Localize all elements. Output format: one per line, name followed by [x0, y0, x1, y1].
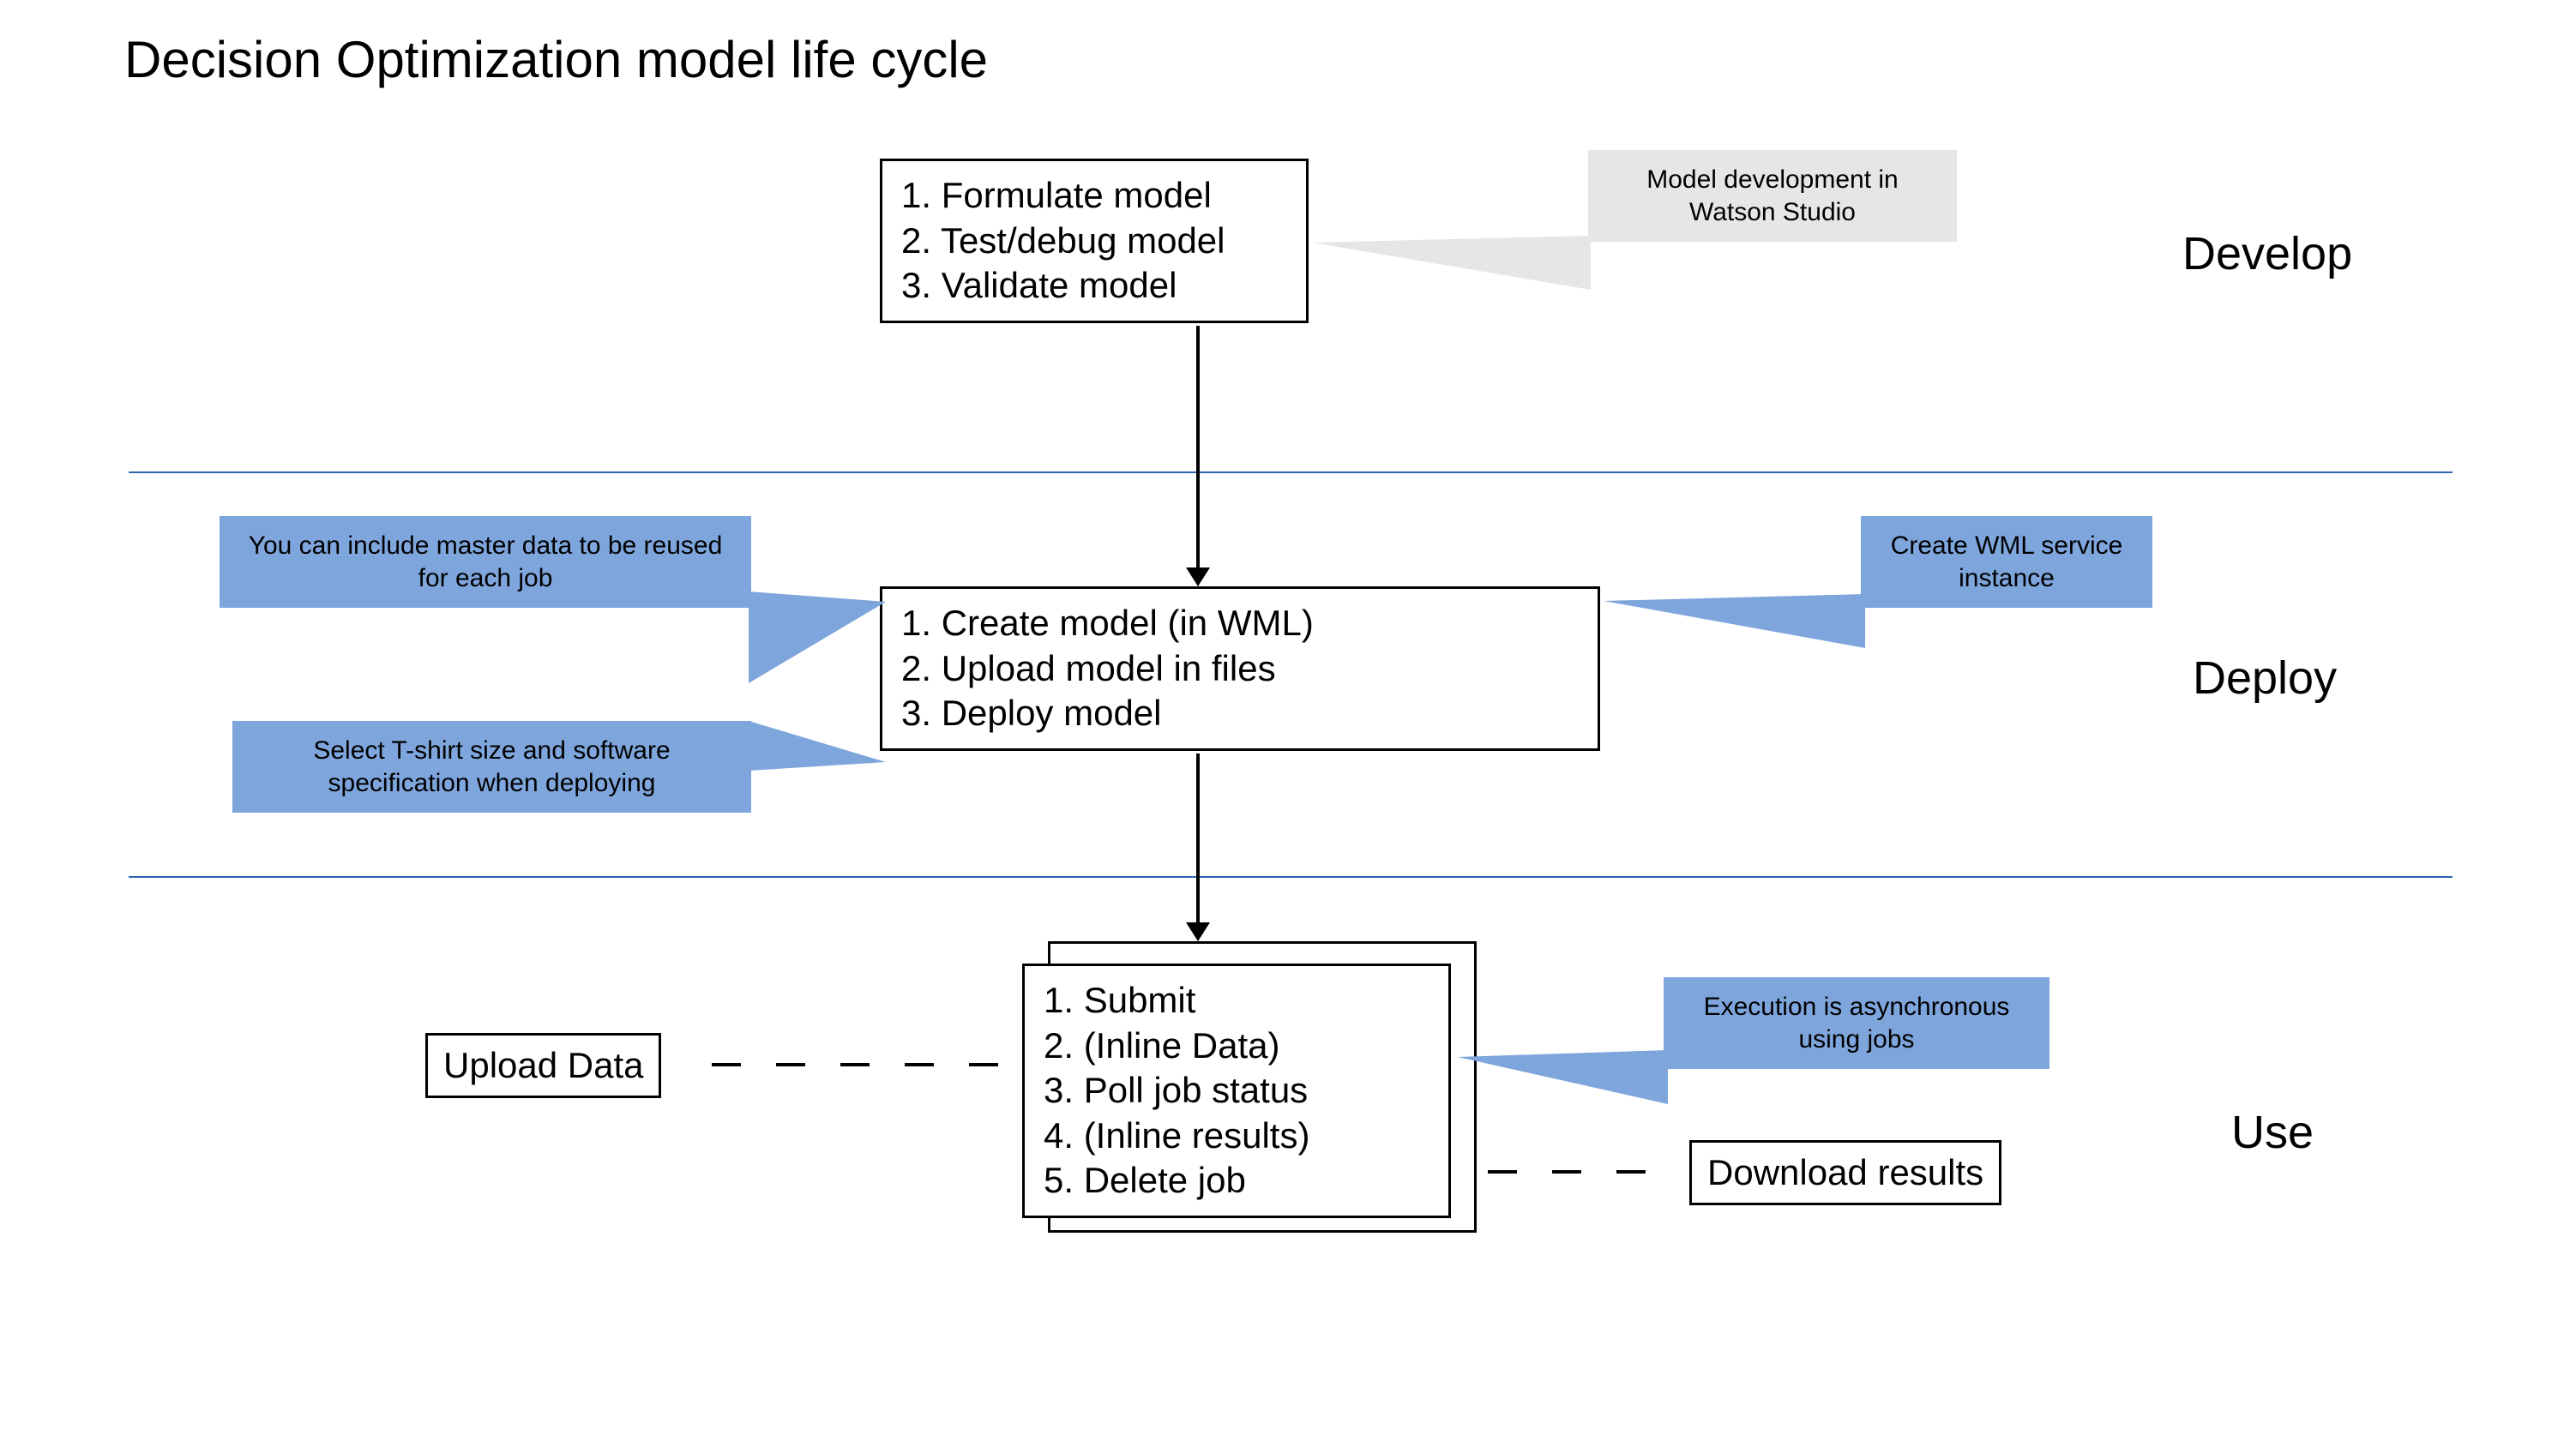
- use-box: 1. Submit 2. (Inline Data) 3. Poll job s…: [1022, 964, 1451, 1218]
- develop-step-1: 1. Formulate model: [901, 173, 1287, 219]
- callout-watson-studio: Model development in Watson Studio: [1588, 150, 1957, 242]
- callout-async: Execution is asynchronous using jobs: [1664, 977, 2049, 1069]
- dash-upload-4: [905, 1063, 934, 1066]
- use-step-4: 4. (Inline results): [1044, 1114, 1429, 1159]
- callout-wml-service-pointer: [1604, 594, 1865, 648]
- phase-label-develop: Develop: [2182, 227, 2352, 280]
- use-step-3: 3. Poll job status: [1044, 1068, 1429, 1114]
- connector-develop-deploy: [1196, 326, 1200, 570]
- callout-master-data: You can include master data to be reused…: [220, 516, 751, 608]
- upload-data-label: Upload Data: [443, 1045, 643, 1085]
- use-step-1: 1. Submit: [1044, 978, 1429, 1024]
- deploy-step-3: 3. Deploy model: [901, 691, 1579, 736]
- develop-step-2: 2. Test/debug model: [901, 219, 1287, 264]
- dash-upload-5: [969, 1063, 998, 1066]
- download-results-box: Download results: [1689, 1140, 2001, 1205]
- use-step-5: 5. Delete job: [1044, 1158, 1429, 1204]
- download-results-label: Download results: [1707, 1152, 1983, 1192]
- arrowhead-use: [1186, 922, 1210, 941]
- connector-deploy-use: [1196, 754, 1200, 925]
- upload-data-box: Upload Data: [425, 1033, 661, 1098]
- deploy-step-1: 1. Create model (in WML): [901, 601, 1579, 646]
- deploy-step-2: 2. Upload model in files: [901, 646, 1579, 692]
- callout-watson-studio-pointer: [1312, 236, 1591, 290]
- dash-upload-1: [712, 1063, 741, 1066]
- arrowhead-deploy: [1186, 567, 1210, 586]
- diagram-canvas: Decision Optimization model life cycle D…: [0, 0, 2576, 1447]
- dash-upload-3: [840, 1063, 870, 1066]
- callout-wml-service: Create WML service instance: [1861, 516, 2152, 608]
- dash-upload-2: [776, 1063, 805, 1066]
- develop-step-3: 3. Validate model: [901, 263, 1287, 309]
- deploy-box: 1. Create model (in WML) 2. Upload model…: [880, 586, 1600, 751]
- develop-box: 1. Formulate model 2. Test/debug model 3…: [880, 159, 1309, 323]
- callout-tshirt-pointer: [749, 721, 886, 771]
- separator-1: [129, 471, 2453, 473]
- phase-label-use: Use: [2231, 1106, 2314, 1159]
- callout-tshirt: Select T-shirt size and software specifi…: [232, 721, 751, 813]
- use-step-2: 2. (Inline Data): [1044, 1024, 1429, 1069]
- dash-dl-2: [1552, 1170, 1581, 1174]
- callout-master-data-pointer: [749, 591, 886, 683]
- callout-async-pointer: [1458, 1050, 1668, 1104]
- phase-label-deploy: Deploy: [2193, 651, 2337, 705]
- diagram-title: Decision Optimization model life cycle: [124, 30, 988, 89]
- separator-2: [129, 876, 2453, 878]
- dash-dl-3: [1616, 1170, 1646, 1174]
- dash-dl-1: [1488, 1170, 1517, 1174]
